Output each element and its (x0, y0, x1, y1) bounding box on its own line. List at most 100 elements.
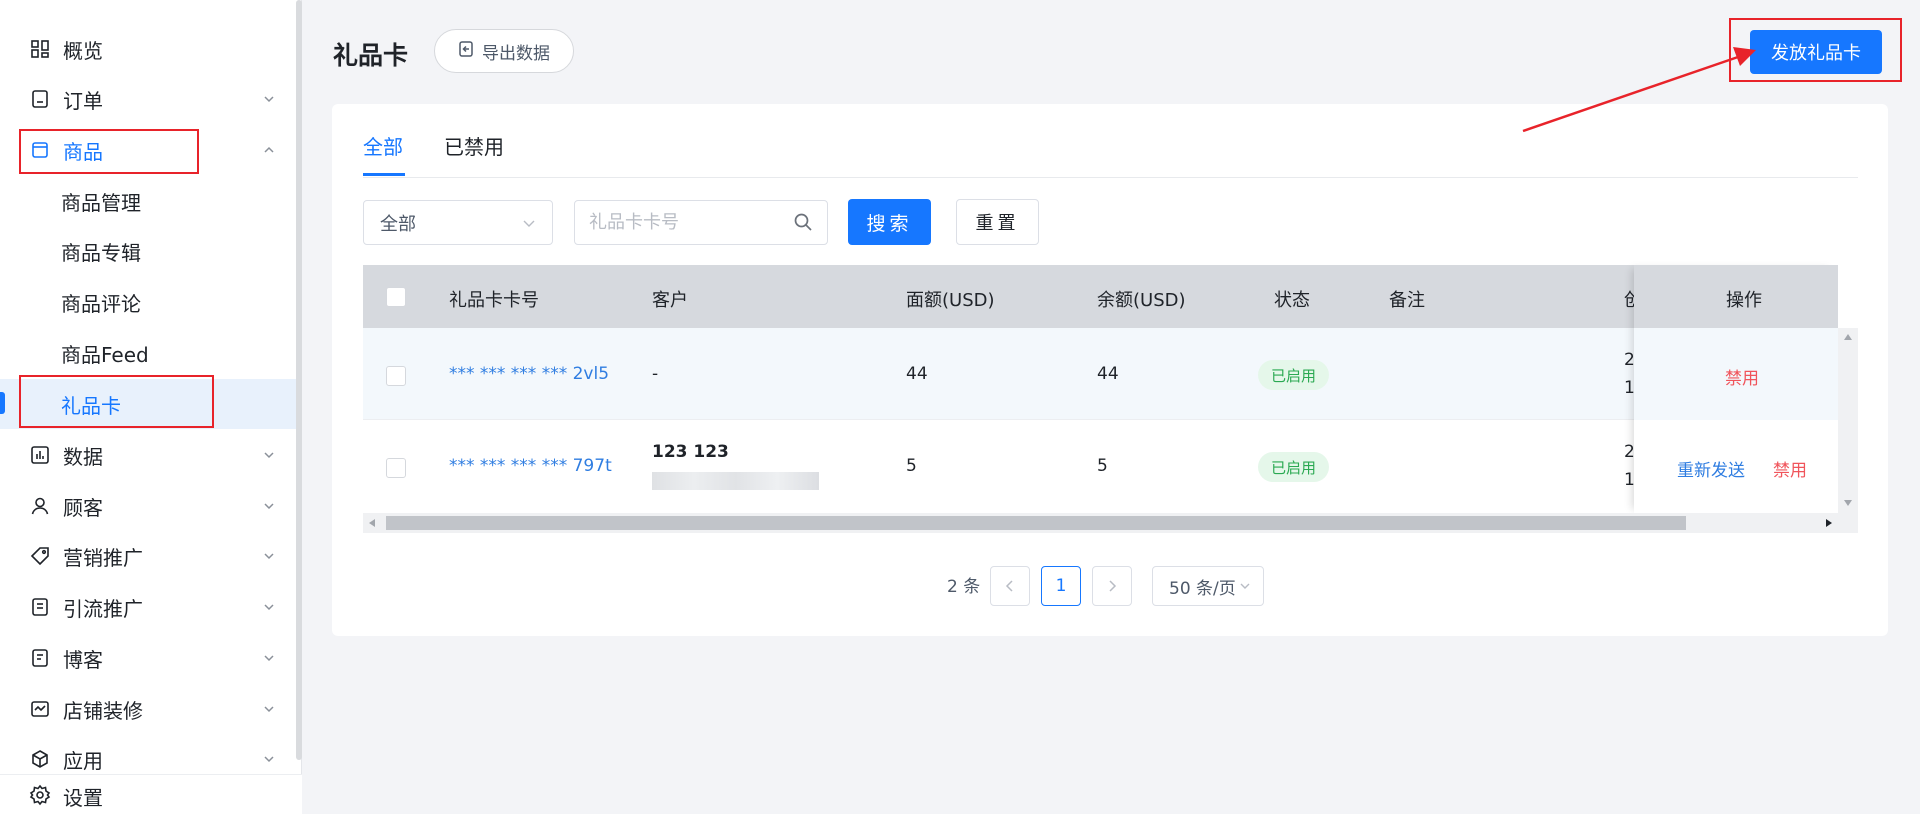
card-number-link[interactable]: *** *** *** *** 2vl5 (449, 364, 609, 384)
column-header-actions: 操作 (1726, 290, 1762, 311)
sidebar-subitem-gift-cards[interactable]: 礼品卡 (0, 379, 296, 429)
next-page-button[interactable] (1092, 566, 1132, 606)
face-value-cell: 5 (906, 456, 917, 476)
sidebar-item-customers[interactable]: 顾客 (0, 481, 296, 531)
select-all-checkbox[interactable] (386, 287, 406, 307)
chevron-right-icon (1109, 580, 1117, 592)
tab-active-underline (363, 173, 405, 176)
scroll-down-arrow-icon[interactable] (1844, 500, 1852, 506)
chevron-down-icon (264, 756, 274, 763)
order-icon (29, 88, 51, 110)
sidebar-subitem-product-collections[interactable]: 商品专辑 (0, 226, 296, 276)
search-icon[interactable] (793, 212, 813, 232)
column-header-card-number: 礼品卡卡号 (449, 290, 539, 311)
sidebar-subitem-label: 商品Feed (61, 342, 149, 367)
chevron-down-icon (264, 553, 274, 560)
scroll-right-arrow-icon[interactable] (1826, 519, 1832, 527)
sidebar-item-data[interactable]: 数据 (0, 430, 296, 480)
export-data-label: 导出数据 (482, 43, 550, 64)
sidebar-subitem-label: 礼品卡 (61, 393, 121, 418)
chevron-down-icon (264, 452, 274, 459)
table-vertical-scrollbar[interactable] (1838, 328, 1858, 513)
sidebar-item-label: 数据 (63, 444, 103, 469)
export-data-button[interactable]: 导出数据 (434, 29, 574, 73)
column-header-note: 备注 (1389, 290, 1425, 311)
balance-cell: 44 (1097, 364, 1119, 384)
sidebar-item-store-design[interactable]: 店铺装修 (0, 684, 296, 734)
user-icon (29, 495, 51, 517)
sidebar-item-blog[interactable]: 博客 (0, 633, 296, 683)
scroll-up-arrow-icon[interactable] (1844, 334, 1852, 340)
horizontal-scrollbar-thumb[interactable] (386, 516, 1686, 530)
sidebar-item-label: 引流推广 (63, 596, 143, 621)
disable-action-link[interactable]: 禁用 (1725, 364, 1759, 389)
resend-action-link[interactable]: 重新发送 (1677, 456, 1745, 481)
sidebar-item-orders[interactable]: 订单 (0, 74, 296, 124)
pagination-total: 2 条 (947, 577, 981, 597)
page-title: 礼品卡 (333, 41, 409, 70)
sidebar-item-marketing[interactable]: 营销推广 (0, 531, 296, 581)
column-header-status: 状态 (1274, 290, 1310, 311)
app-icon (29, 748, 51, 770)
traffic-icon (29, 596, 51, 618)
active-indicator (0, 392, 5, 414)
sidebar-item-settings[interactable]: 设置 (0, 774, 302, 814)
chevron-down-icon (523, 220, 535, 227)
face-value-cell: 44 (906, 364, 928, 384)
product-icon (29, 139, 51, 161)
sidebar-subitem-label: 商品管理 (61, 190, 141, 215)
search-button[interactable]: 搜索 (848, 199, 931, 245)
customer-cell: 123 123 (652, 442, 729, 462)
status-select[interactable]: 全部 (363, 200, 553, 245)
sidebar-subitem-label: 商品专辑 (61, 240, 141, 265)
sidebar-item-label: 设置 (63, 786, 103, 810)
scroll-left-arrow-icon[interactable] (369, 519, 375, 527)
sidebar-item-label: 商品 (63, 139, 103, 164)
status-badge: 已启用 (1258, 452, 1329, 482)
tag-icon (29, 545, 51, 567)
sidebar: 概览 订单 商品 商品管理 商品专辑 商品评论 商品Feed 礼品卡 数据 顾客… (0, 0, 302, 814)
status-badge: 已启用 (1258, 360, 1329, 390)
sidebar-scrollbar[interactable] (296, 0, 302, 760)
sidebar-subitem-product-management[interactable]: 商品管理 (0, 176, 296, 226)
sidebar-subitem-product-reviews[interactable]: 商品评论 (0, 277, 296, 327)
chevron-left-icon (1005, 580, 1013, 592)
chevron-down-icon (264, 604, 274, 611)
chart-icon (29, 444, 51, 466)
blog-icon (29, 647, 51, 669)
redacted-customer-email (652, 472, 819, 490)
disable-action-link[interactable]: 禁用 (1773, 456, 1807, 481)
chevron-down-icon (264, 96, 274, 103)
sidebar-item-label: 概览 (63, 38, 103, 63)
reset-button[interactable]: 重置 (956, 199, 1039, 245)
sidebar-item-label: 店铺装修 (63, 698, 143, 723)
sidebar-subitem-product-feed[interactable]: 商品Feed (0, 328, 296, 378)
chevron-down-icon (264, 706, 274, 713)
status-select-value: 全部 (380, 213, 416, 235)
sidebar-item-label: 顾客 (63, 495, 103, 520)
sidebar-item-label: 应用 (63, 748, 103, 773)
sidebar-item-label: 订单 (63, 88, 103, 113)
row-checkbox[interactable] (386, 366, 406, 386)
sidebar-item-overview[interactable]: 概览 (0, 24, 296, 74)
customer-cell: - (652, 364, 659, 384)
row-checkbox[interactable] (386, 458, 406, 478)
card-number-search-input[interactable] (574, 200, 828, 245)
issue-gift-card-button[interactable]: 发放礼品卡 (1750, 30, 1882, 74)
card-number-link[interactable]: *** *** *** *** 797t (449, 456, 612, 476)
prev-page-button[interactable] (990, 566, 1030, 606)
column-header-customer: 客户 (652, 290, 688, 311)
store-icon (29, 698, 51, 720)
page-1-button[interactable]: 1 (1041, 566, 1081, 606)
column-header-balance: 余额(USD) (1097, 290, 1186, 311)
sidebar-item-label: 博客 (63, 647, 103, 672)
balance-cell: 5 (1097, 456, 1108, 476)
tab-all[interactable]: 全部 (363, 131, 403, 160)
sidebar-item-label: 营销推广 (63, 545, 143, 570)
gear-icon (29, 784, 51, 806)
sidebar-item-traffic[interactable]: 引流推广 (0, 582, 296, 632)
tab-disabled[interactable]: 已禁用 (444, 131, 504, 160)
sidebar-item-products[interactable]: 商品 (0, 125, 296, 175)
page-size-select[interactable]: 50 条/页 (1152, 566, 1264, 606)
dashboard-icon (29, 38, 51, 60)
